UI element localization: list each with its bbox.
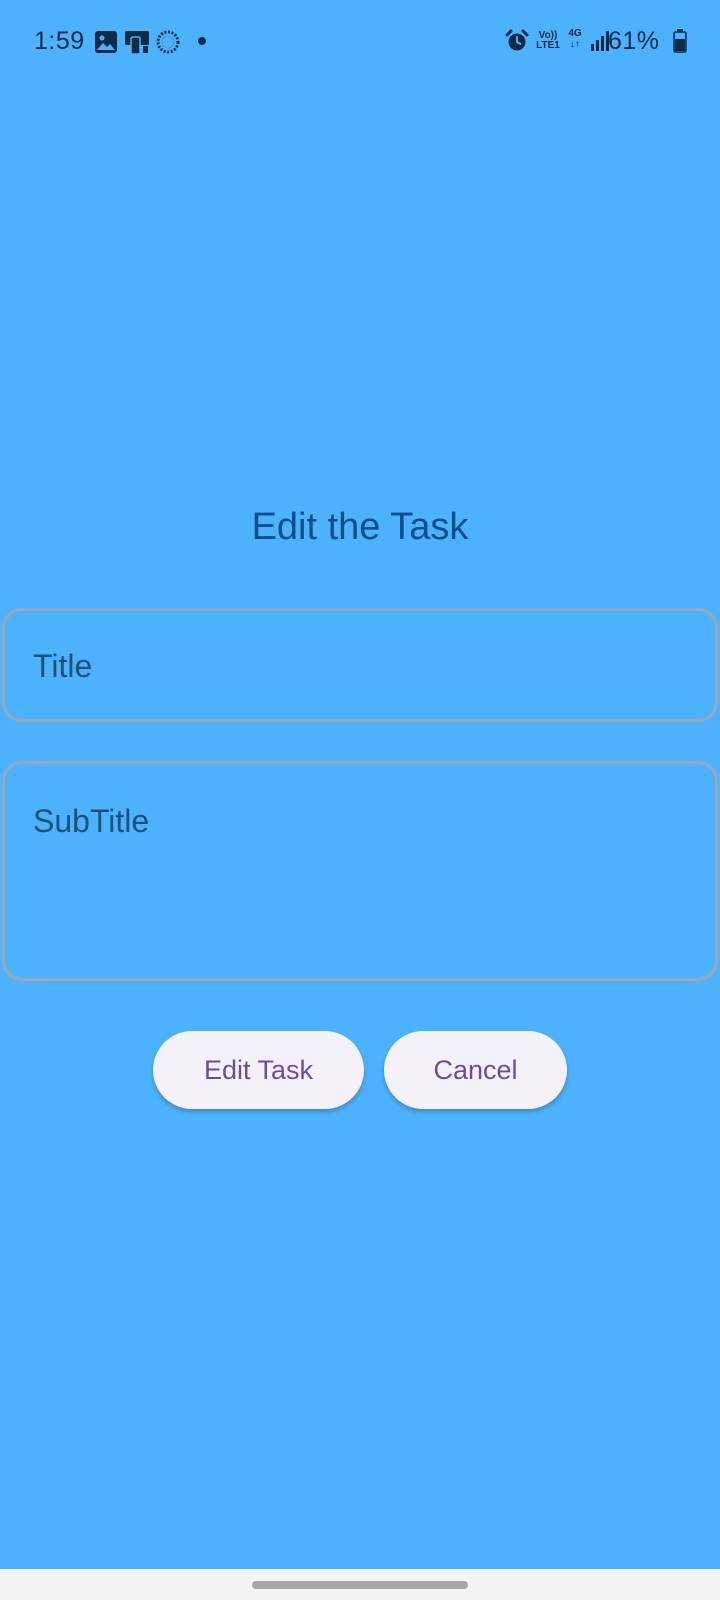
title-placeholder: Title xyxy=(33,648,93,684)
title-input[interactable]: Title xyxy=(2,608,718,722)
notification-dot-icon xyxy=(198,37,206,45)
battery-percent: 61% xyxy=(608,27,660,55)
cancel-button[interactable]: Cancel xyxy=(384,1031,567,1109)
subtitle-input[interactable]: SubTitle xyxy=(2,761,718,981)
volte-bottom-label: LTE1 xyxy=(536,40,560,51)
navigation-bar xyxy=(0,1569,720,1600)
sync-circle-icon xyxy=(156,30,180,54)
edit-task-button[interactable]: Edit Task xyxy=(153,1031,364,1109)
4g-data-icon: 4G ↓↑ xyxy=(564,28,586,51)
volte-icon: Vo)) LTE1 xyxy=(533,31,563,51)
status-time: 1:59 xyxy=(34,27,85,55)
dialog-title: Edit the Task xyxy=(251,506,469,548)
data-arrows: ↓↑ xyxy=(570,39,580,50)
network-type-label: 4G xyxy=(568,28,582,39)
status-bar: 1:59 Vo)) LTE1 4G ↓↑ 61% xyxy=(0,0,720,84)
battery-icon xyxy=(673,29,687,53)
image-icon xyxy=(95,31,117,53)
alarm-icon xyxy=(505,29,529,51)
gesture-handle-icon[interactable] xyxy=(252,1581,468,1589)
screen-mirror-icon xyxy=(125,31,149,55)
subtitle-placeholder: SubTitle xyxy=(33,803,150,839)
